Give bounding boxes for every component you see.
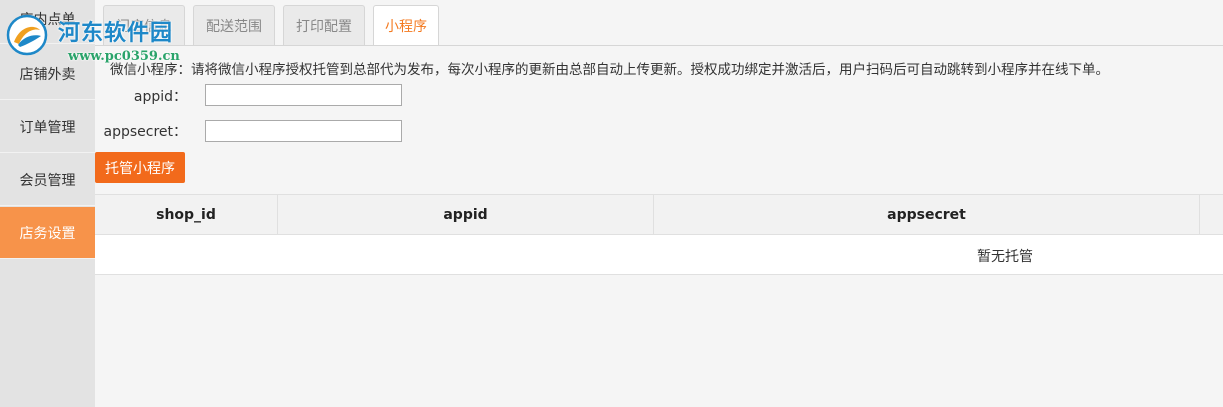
sidebar-item-store-settings[interactable]: 店务设置 <box>0 207 95 259</box>
tab-label: 配送范围 <box>206 18 262 35</box>
appsecret-input[interactable] <box>205 120 402 142</box>
appid-label: appid： <box>133 89 187 105</box>
sidebar: 店内点单 店铺外卖 订单管理 会员管理 店务设置 <box>0 0 95 407</box>
sidebar-item-takeout[interactable]: 店铺外卖 <box>0 48 95 100</box>
tab-print-config[interactable]: 打印配置 <box>283 5 365 45</box>
column-header-appsecret: appsecret <box>654 195 1200 235</box>
sidebar-item-orders[interactable]: 订单管理 <box>0 101 95 153</box>
sidebar-item-dine-in-order[interactable]: 店内点单 <box>0 0 95 44</box>
appsecret-label: appsecret： <box>103 124 187 140</box>
mini-program-notice: 微信小程序：请将微信小程序授权托管到总部代为发布，每次小程序的更新由总部自动上传… <box>110 62 1109 78</box>
sidebar-item-label: 订单管理 <box>19 119 76 136</box>
sidebar-item-label: 会员管理 <box>19 172 76 189</box>
tab-divider <box>95 45 1223 46</box>
tab-label: 门店信息 <box>116 18 172 35</box>
sidebar-item-label: 店务设置 <box>19 225 76 242</box>
host-mini-program-button[interactable]: 托管小程序 <box>95 152 185 183</box>
table-row: 暂无托管 <box>95 235 1223 275</box>
tab-label: 小程序 <box>385 18 427 35</box>
tab-mini-program[interactable]: 小程序 <box>373 5 439 45</box>
sidebar-item-label: 店内点单 <box>19 12 76 28</box>
column-header-appid: appid <box>278 195 654 235</box>
tab-store-info[interactable]: 门店信息 <box>103 5 185 45</box>
tab-label: 打印配置 <box>296 18 352 35</box>
empty-state-text: 暂无托管 <box>977 249 1033 265</box>
appid-input[interactable] <box>205 84 402 106</box>
hosting-table: shop_id appid appsecret 暂无托管 <box>95 194 1223 275</box>
sidebar-item-label: 店铺外卖 <box>19 66 76 83</box>
sidebar-item-members[interactable]: 会员管理 <box>0 154 95 206</box>
table-header: shop_id appid appsecret <box>95 194 1223 235</box>
tab-delivery-range[interactable]: 配送范围 <box>193 5 275 45</box>
column-header-actions <box>1200 195 1223 235</box>
column-header-shop-id: shop_id <box>95 195 278 235</box>
